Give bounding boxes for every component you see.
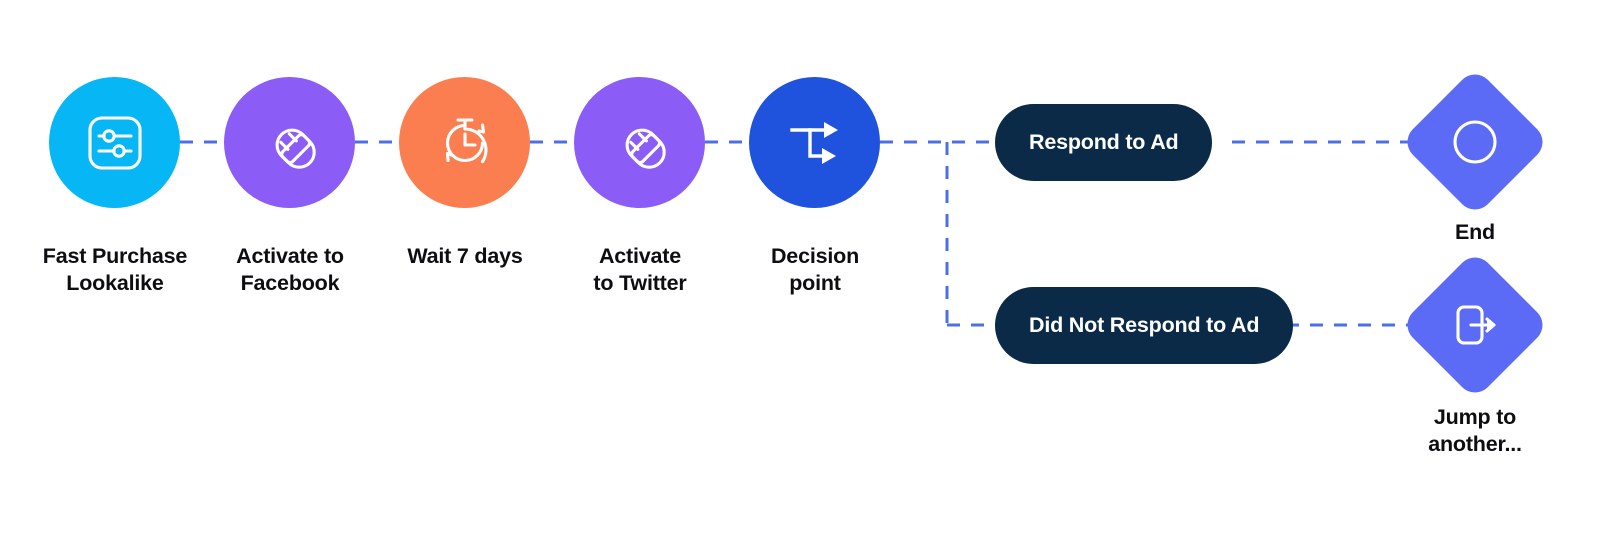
caption-activate-to-twitter: Activate to Twitter — [593, 244, 687, 295]
terminal-jump-to-another[interactable] — [1400, 250, 1550, 400]
plug-connector-icon — [255, 108, 325, 178]
node-activate-to-facebook[interactable] — [224, 77, 355, 208]
caption-jump-to-another: Jump to another... — [1428, 405, 1522, 456]
branch-did-not-respond-to-ad[interactable]: Did Not Respond to Ad — [995, 287, 1294, 364]
circle-outline-icon — [1422, 89, 1528, 195]
exit-arrow-icon — [1422, 272, 1528, 378]
terminal-end[interactable] — [1400, 67, 1550, 217]
caption-activate-to-facebook: Activate to Facebook — [236, 244, 344, 295]
plug-connector-icon — [605, 108, 675, 178]
caption-wait-7-days: Wait 7 days — [407, 244, 523, 268]
node-decision-point[interactable] — [749, 77, 880, 208]
stopwatch-icon — [432, 110, 498, 176]
sliders-icon — [84, 112, 146, 174]
node-wait-7-days[interactable] — [399, 77, 530, 208]
branch-respond-to-ad[interactable]: Respond to Ad — [995, 104, 1213, 181]
node-activate-to-twitter[interactable] — [574, 77, 705, 208]
node-fast-purchase-lookalike[interactable] — [49, 77, 180, 208]
caption-fast-purchase-lookalike: Fast Purchase Lookalike — [42, 244, 188, 295]
caption-end: End — [1454, 220, 1495, 244]
flow-diagram-canvas: Fast Purchase Lookalike Activate to Face… — [0, 0, 1601, 542]
branch-arrows-icon — [784, 114, 846, 172]
caption-decision-point: Decision point — [770, 244, 859, 295]
